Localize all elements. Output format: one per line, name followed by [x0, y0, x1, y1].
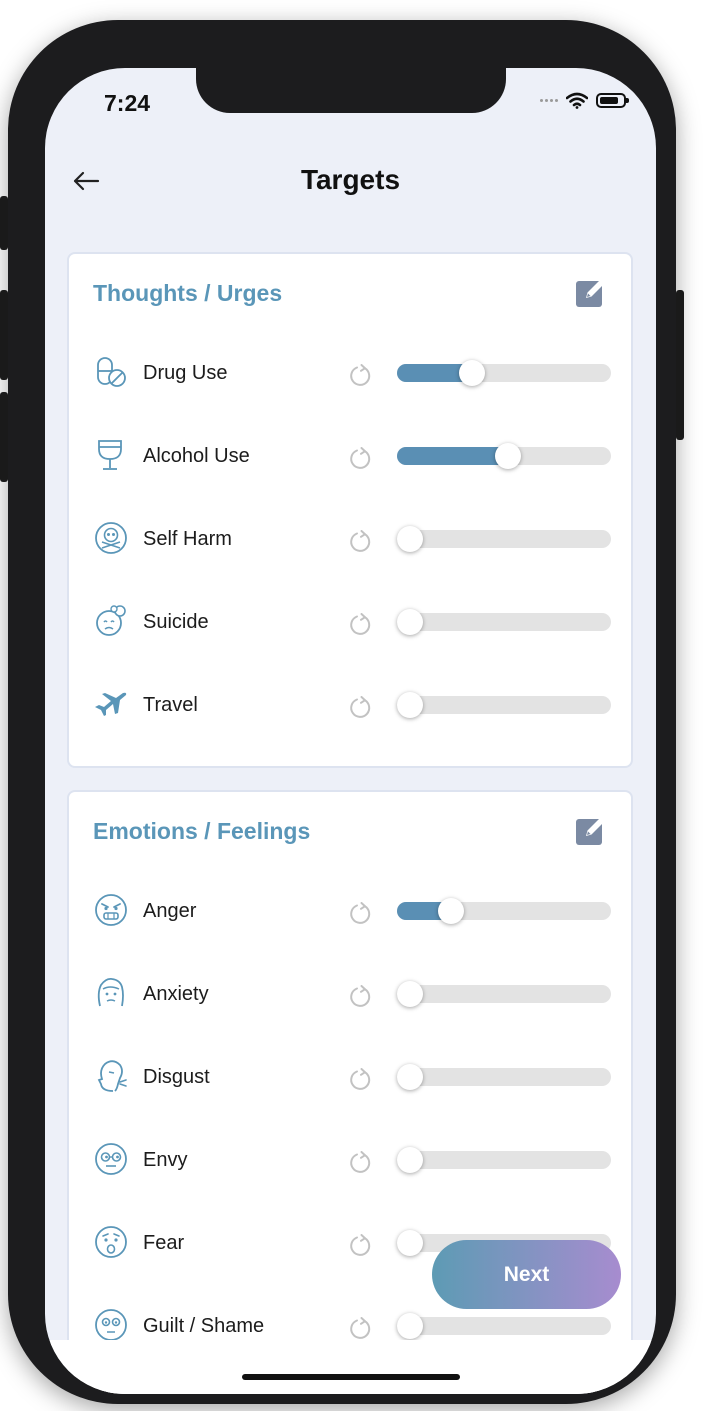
slider-track [397, 530, 611, 548]
target-label: Drug Use [143, 362, 228, 384]
home-indicator[interactable] [242, 1374, 460, 1380]
target-label: Envy [143, 1149, 188, 1171]
battery-icon [596, 93, 629, 108]
intensity-slider[interactable] [397, 609, 611, 635]
reset-icon[interactable] [349, 902, 373, 926]
reset-icon[interactable] [349, 447, 373, 471]
target-label: Travel [143, 694, 198, 716]
slider-track [397, 1068, 611, 1086]
fear-face-icon [95, 1226, 127, 1258]
next-button[interactable]: Next [432, 1240, 621, 1309]
slider-track [397, 613, 611, 631]
intensity-slider[interactable] [397, 360, 611, 386]
reset-icon[interactable] [349, 530, 373, 554]
intensity-slider[interactable] [397, 443, 611, 469]
pill-icon [97, 357, 126, 387]
target-label: Alcohol Use [143, 445, 250, 467]
slider-thumb[interactable] [397, 1064, 423, 1090]
volume-down-button [0, 392, 8, 482]
target-row: Anger [93, 892, 611, 932]
status-time: 7:24 [104, 90, 151, 116]
wifi-icon [566, 92, 588, 109]
angry-face-icon [95, 894, 127, 926]
reset-icon[interactable] [349, 696, 373, 720]
notch [196, 68, 506, 113]
intensity-slider[interactable] [397, 692, 611, 718]
target-row: Alcohol Use [93, 437, 611, 477]
skull-icon [95, 522, 127, 554]
slider-fill [397, 447, 508, 465]
intensity-slider[interactable] [397, 898, 611, 924]
volume-up-button [0, 290, 8, 380]
target-label: Suicide [143, 611, 209, 633]
target-row: Travel [93, 686, 611, 726]
page-title: Targets [300, 164, 401, 195]
reset-icon[interactable] [349, 1068, 373, 1092]
sad-face-icon [96, 605, 126, 636]
slider-thumb[interactable] [459, 360, 486, 386]
target-row: Envy [93, 1141, 611, 1181]
intensity-slider[interactable] [397, 526, 611, 552]
slider-track [397, 985, 611, 1003]
target-label: Guilt / Shame [143, 1315, 265, 1337]
reset-icon[interactable] [349, 364, 373, 388]
intensity-slider[interactable] [397, 1313, 611, 1339]
edit-icon[interactable] [575, 276, 607, 308]
reset-icon[interactable] [349, 613, 373, 637]
reset-icon[interactable] [349, 1234, 373, 1258]
target-label: Anxiety [143, 983, 209, 1005]
target-row: Suicide [93, 603, 611, 643]
status-icons [540, 92, 629, 109]
slider-thumb[interactable] [438, 898, 465, 924]
signal-dots-icon [540, 99, 558, 102]
app-screen: 7:24 Targets Thoughts / Urges Drug Use Al… [45, 68, 656, 1394]
section-title: Emotions / Feelings [93, 818, 311, 844]
power-button [676, 290, 684, 440]
target-row: Self Harm [93, 520, 611, 560]
mute-switch [0, 196, 8, 250]
reset-icon[interactable] [349, 1151, 373, 1175]
target-label: Anger [143, 900, 197, 922]
reset-icon[interactable] [349, 985, 373, 1009]
wine-glass-icon [98, 440, 122, 470]
anxious-face-icon [97, 977, 124, 1007]
target-label: Self Harm [143, 528, 232, 550]
phone-frame: 7:24 Targets Thoughts / Urges Drug Use Al… [0, 20, 684, 1404]
slider-thumb[interactable] [494, 443, 521, 469]
slider-thumb[interactable] [397, 526, 423, 552]
slider-thumb[interactable] [397, 1313, 423, 1339]
home-area [45, 1340, 656, 1394]
target-row: Disgust [93, 1058, 611, 1098]
target-row: Drug Use [93, 354, 611, 394]
intensity-slider[interactable] [397, 1147, 611, 1173]
guilt-face-icon [95, 1309, 127, 1341]
thoughts-urges-card: Thoughts / Urges Drug Use Alcohol Use Self… [67, 252, 633, 768]
airplane-icon [95, 692, 127, 716]
reset-icon[interactable] [349, 1317, 373, 1341]
intensity-slider[interactable] [397, 1064, 611, 1090]
disgust-face-icon [97, 1060, 127, 1092]
slider-track [397, 696, 611, 714]
target-label: Fear [143, 1232, 185, 1254]
intensity-slider[interactable] [397, 981, 611, 1007]
edit-icon[interactable] [575, 814, 607, 846]
slider-thumb[interactable] [397, 981, 423, 1007]
section-title: Thoughts / Urges [93, 280, 283, 306]
target-label: Disgust [143, 1066, 210, 1088]
slider-thumb[interactable] [397, 1147, 423, 1173]
slider-thumb[interactable] [397, 609, 423, 635]
slider-thumb[interactable] [397, 1230, 423, 1256]
envy-face-icon [95, 1143, 127, 1175]
slider-track [397, 1151, 611, 1169]
slider-track [397, 1317, 611, 1335]
slider-thumb[interactable] [397, 692, 423, 718]
target-row: Anxiety [93, 975, 611, 1015]
